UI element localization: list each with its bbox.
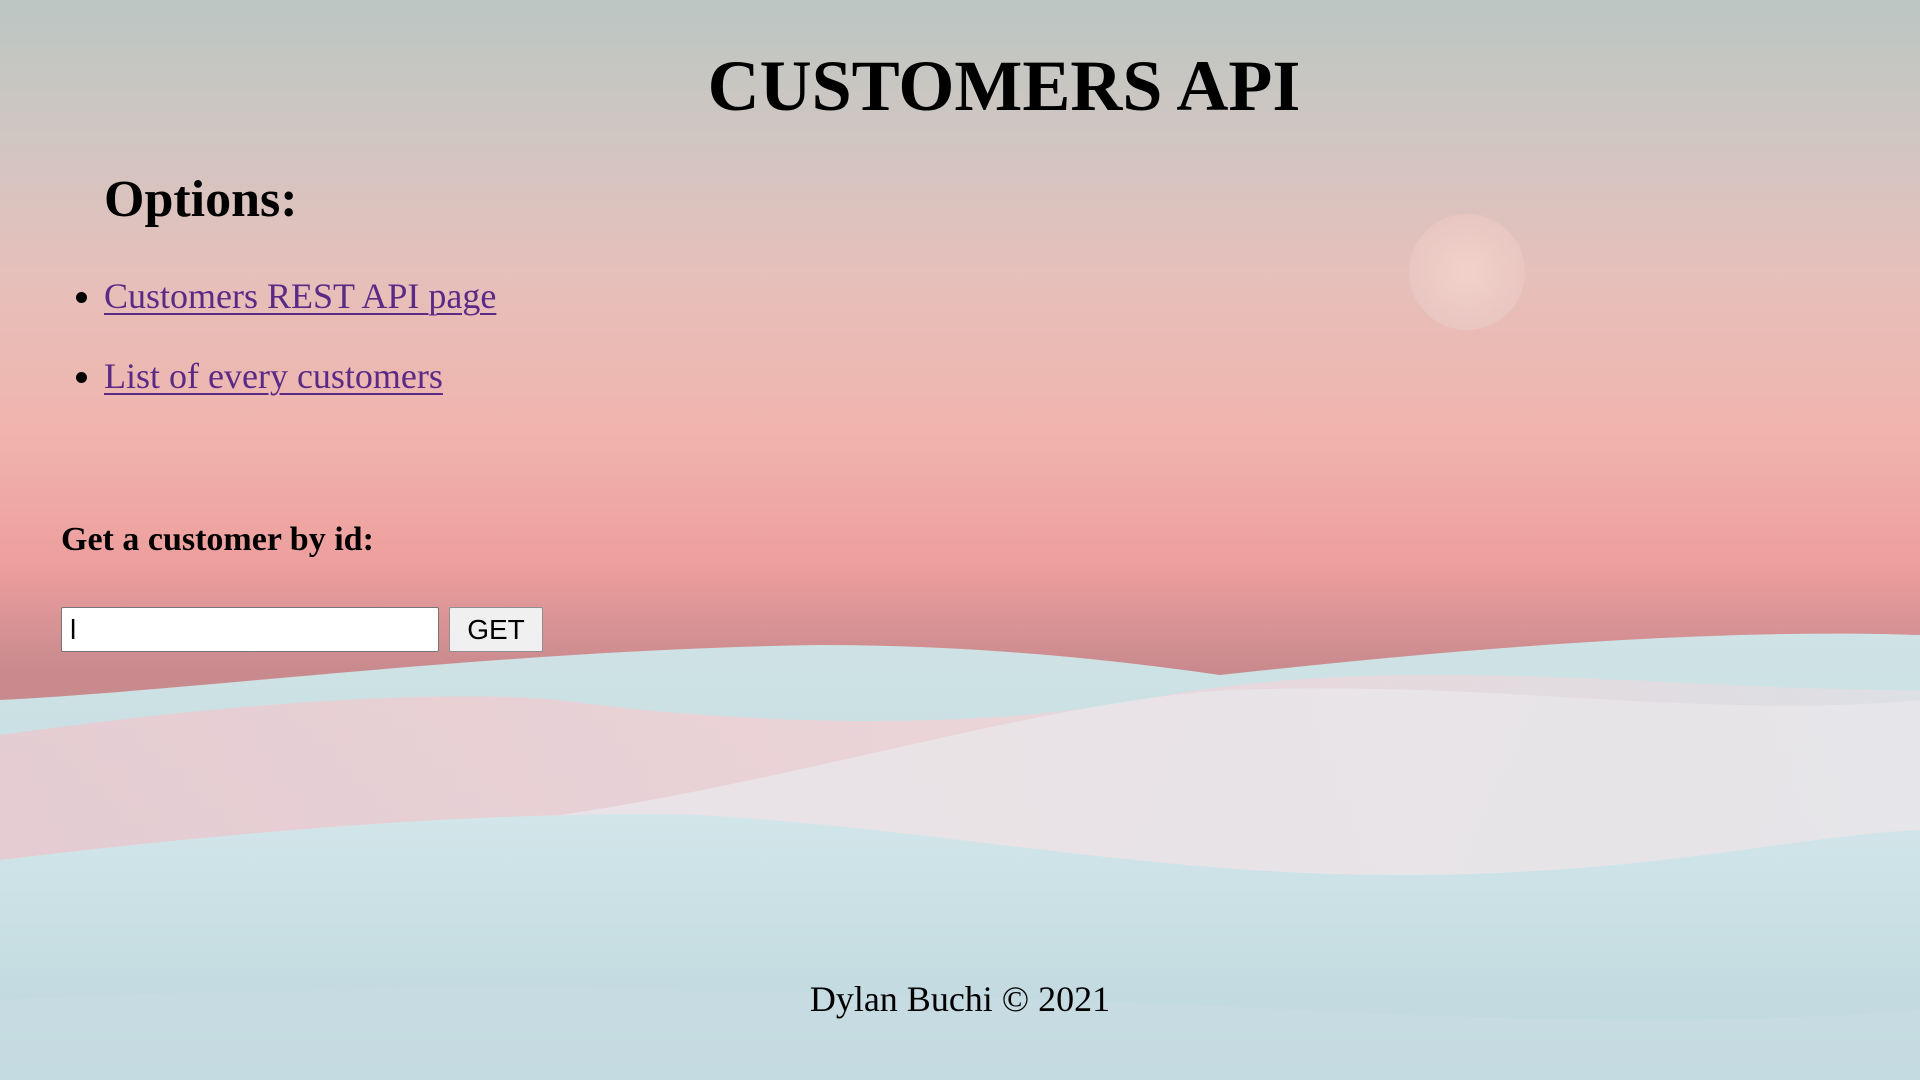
options-heading: Options: [104,171,298,228]
list-item: List of every customers [75,350,496,402]
page-title: CUSTOMERS API [707,46,1301,126]
footer-copyright: Dylan Buchi © 2021 [809,979,1111,1019]
get-button[interactable]: GET [449,607,543,652]
customers-rest-api-link[interactable]: Customers REST API page [104,276,496,316]
customer-id-label: Get a customer by id: [61,521,374,558]
page-content: CUSTOMERS API Options: Customers REST AP… [0,0,1920,1080]
customer-id-input[interactable] [61,607,439,652]
list-every-customers-link[interactable]: List of every customers [104,356,443,396]
list-item: Customers REST API page [75,270,496,322]
options-list: Customers REST API page List of every cu… [75,270,496,430]
